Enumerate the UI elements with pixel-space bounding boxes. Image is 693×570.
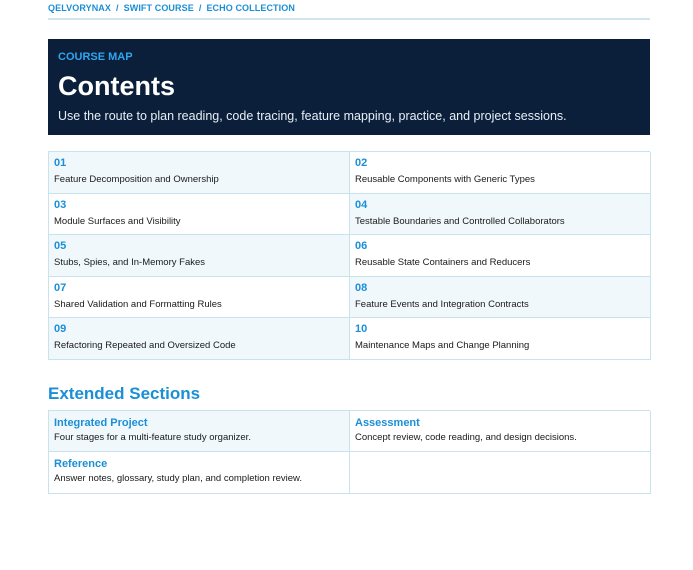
breadcrumb-item-qelvorynax[interactable]: QELVORYNAX xyxy=(48,3,111,13)
contents-item-label: Module Surfaces and Visibility xyxy=(54,215,181,227)
contents-item-04[interactable]: 04 Testable Boundaries and Controlled Co… xyxy=(350,193,651,235)
extended-item-title: Integrated Project xyxy=(54,416,148,429)
hero-banner: COURSE MAP Contents Use the route to pla… xyxy=(48,39,650,135)
contents-item-label: Testable Boundaries and Controlled Colla… xyxy=(355,215,565,227)
contents-item-08[interactable]: 08 Feature Events and Integration Contra… xyxy=(350,276,651,318)
breadcrumb-item-swift-course[interactable]: SWIFT COURSE xyxy=(124,3,194,13)
hero-subtitle: Use the route to plan reading, code trac… xyxy=(58,109,567,123)
extended-sections-heading: Extended Sections xyxy=(48,383,201,403)
contents-item-number: 01 xyxy=(54,157,67,169)
breadcrumb: QELVORYNAX / SWIFT COURSE / ECHO COLLECT… xyxy=(48,0,650,20)
contents-grid: 01 Feature Decomposition and Ownership 0… xyxy=(48,151,651,360)
extended-item-assessment[interactable]: Assessment Concept review, code reading,… xyxy=(350,410,651,452)
contents-item-number: 03 xyxy=(54,198,67,211)
contents-item-label: Feature Events and Integration Contracts xyxy=(355,298,529,310)
contents-item-label: Reusable Components with Generic Types xyxy=(355,174,535,185)
extended-item-title: Reference xyxy=(54,458,108,470)
extended-item-description: Answer notes, glossary, study plan, and … xyxy=(54,473,303,484)
extended-empty-cell xyxy=(350,452,651,494)
contents-item-number: 02 xyxy=(355,157,368,169)
contents-item-label: Stubs, Spies, and In-Memory Fakes xyxy=(54,257,206,268)
extended-item-description: Four stages for a multi-feature study or… xyxy=(54,431,251,443)
contents-item-number: 09 xyxy=(54,323,67,335)
contents-item-number: 08 xyxy=(355,281,368,294)
contents-item-label: Maintenance Maps and Change Planning xyxy=(355,340,530,351)
extended-item-reference[interactable]: Reference Answer notes, glossary, study … xyxy=(49,452,350,494)
extended-item-integrated-project[interactable]: Integrated Project Four stages for a mul… xyxy=(49,410,350,452)
page-title: Contents xyxy=(58,71,175,101)
extended-item-title: Assessment xyxy=(355,416,420,429)
contents-item-07[interactable]: 07 Shared Validation and Formatting Rule… xyxy=(49,276,350,318)
contents-item-label: Shared Validation and Formatting Rules xyxy=(54,298,222,310)
extended-sections-grid: Integrated Project Four stages for a mul… xyxy=(48,409,651,494)
contents-item-label: Reusable State Containers and Reducers xyxy=(355,257,531,268)
contents-item-label: Refactoring Repeated and Oversized Code xyxy=(54,340,236,351)
page: QELVORYNAX / SWIFT COURSE / ECHO COLLECT… xyxy=(48,0,651,494)
contents-item-label: Feature Decomposition and Ownership xyxy=(54,174,219,185)
contents-item-03[interactable]: 03 Module Surfaces and Visibility xyxy=(49,193,350,235)
contents-item-number: 10 xyxy=(355,323,368,335)
breadcrumb-separator: / xyxy=(198,2,202,13)
contents-item-02[interactable]: 02 Reusable Components with Generic Type… xyxy=(350,152,651,194)
breadcrumb-item-echo-collection: ECHO COLLECTION xyxy=(206,2,295,13)
contents-item-number: 07 xyxy=(54,281,67,294)
contents-item-06[interactable]: 06 Reusable State Containers and Reducer… xyxy=(350,235,651,277)
extended-item-description: Concept review, code reading, and design… xyxy=(355,431,577,443)
contents-item-09[interactable]: 09 Refactoring Repeated and Oversized Co… xyxy=(49,318,350,360)
contents-item-number: 05 xyxy=(54,240,67,252)
contents-item-10[interactable]: 10 Maintenance Maps and Change Planning xyxy=(350,318,651,360)
contents-item-01[interactable]: 01 Feature Decomposition and Ownership xyxy=(49,152,350,194)
contents-item-number: 06 xyxy=(355,240,368,252)
contents-item-number: 04 xyxy=(355,198,368,211)
breadcrumb-separator: / xyxy=(116,2,119,13)
contents-item-05[interactable]: 05 Stubs, Spies, and In-Memory Fakes xyxy=(49,235,350,277)
hero-eyebrow: COURSE MAP xyxy=(58,51,133,63)
